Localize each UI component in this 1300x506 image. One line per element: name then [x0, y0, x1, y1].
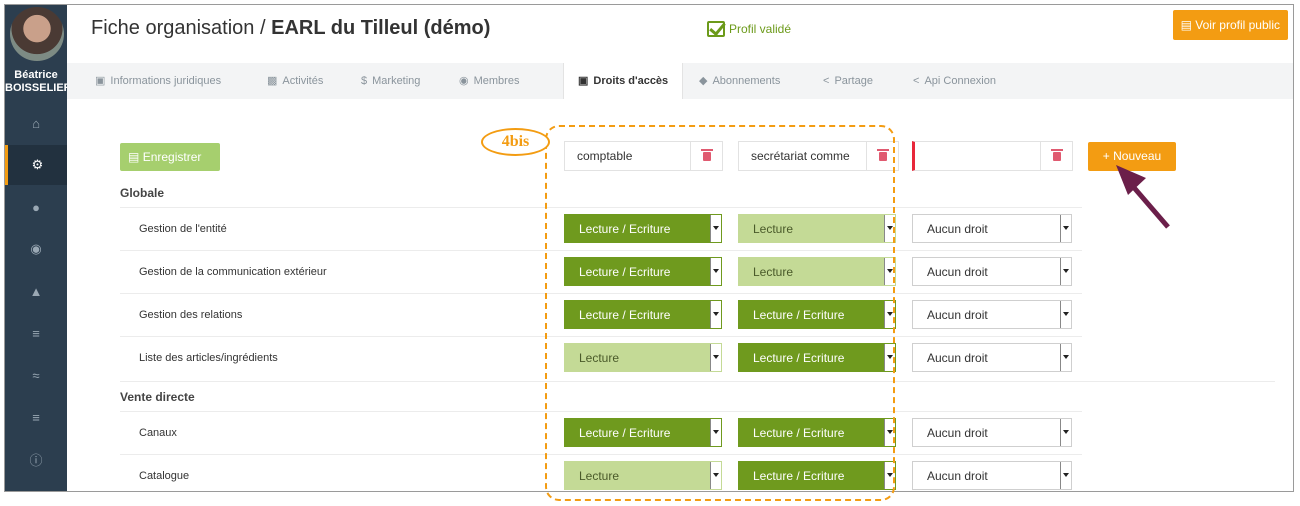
chat-icon[interactable]: ●: [5, 187, 67, 227]
chevron-down-icon: [1060, 215, 1071, 242]
view-public-profile-label: Voir profil public: [1195, 18, 1280, 32]
tab-label: Activités: [282, 75, 324, 87]
new-role-button[interactable]: + Nouveau: [1088, 142, 1176, 171]
right-select-value: Aucun droit: [927, 351, 988, 365]
right-select[interactable]: Aucun droit: [912, 214, 1072, 243]
users-icon: ◉: [459, 75, 469, 87]
id-card-icon: ▤: [1180, 18, 1192, 32]
section-title: Vente directe: [120, 390, 195, 404]
home-icon[interactable]: ⌂: [5, 103, 67, 143]
folder-icon: ▣: [95, 75, 106, 87]
right-select-value: Aucun droit: [927, 426, 988, 440]
save-label: Enregistrer: [142, 150, 202, 164]
right-select-value: Aucun droit: [927, 265, 988, 279]
avatar[interactable]: [10, 7, 64, 61]
user-first-name: Béatrice: [14, 69, 58, 81]
tab-label: Abonnements: [712, 75, 781, 87]
organisation-name: EARL du Tilleul (démo): [271, 17, 491, 39]
annotation-tag: 4bis: [481, 128, 550, 156]
lock-icon: ▣: [578, 75, 589, 87]
chevron-down-icon: [1060, 344, 1071, 371]
cart-plus-icon[interactable]: ≡: [5, 397, 67, 437]
profile-status-label: Profil validé: [729, 22, 792, 36]
tab-activites[interactable]: ▩ Activités: [267, 63, 323, 99]
right-label: Gestion des relations: [139, 309, 243, 321]
right-label: Liste des articles/ingrédients: [139, 352, 278, 364]
dollar-icon: $: [361, 75, 368, 87]
save-button[interactable]: ▤ Enregistrer: [120, 143, 220, 171]
tab-abonnements[interactable]: ◆ Abonnements: [699, 63, 780, 99]
users-icon[interactable]: ◉: [5, 229, 67, 269]
share-icon: <: [913, 75, 920, 87]
right-label: Canaux: [139, 427, 177, 439]
tab-api-connexion[interactable]: < Api Connexion: [913, 63, 996, 99]
tab-bar: ▣ Informations juridiques ▩ Activités $ Mar…: [67, 63, 1293, 99]
tab-informations-juridiques[interactable]: ▣ Informations juridiques: [95, 63, 221, 99]
right-select-value: Aucun droit: [927, 222, 988, 236]
tab-label: Informations juridiques: [110, 75, 222, 87]
right-select[interactable]: Aucun droit: [912, 300, 1072, 329]
handshake-icon[interactable]: ≈: [5, 355, 67, 395]
tab-label: Api Connexion: [924, 75, 996, 87]
profile-status: Profil validé: [707, 21, 791, 37]
tab-marketing[interactable]: $ Marketing: [361, 63, 420, 99]
right-select[interactable]: Aucun droit: [912, 257, 1072, 286]
right-select[interactable]: Aucun droit: [912, 461, 1072, 490]
floppy-icon: ▤: [128, 150, 140, 164]
annotation-highlight: [545, 125, 895, 501]
right-label: Gestion de la communication extérieur: [139, 266, 327, 278]
page-title: Fiche organisation / EARL du Tilleul (dé…: [91, 17, 490, 40]
role-name-input[interactable]: [915, 142, 1043, 170]
tab-droits-acces[interactable]: ▣ Droits d'accès: [563, 63, 684, 99]
tab-label: Partage: [834, 75, 873, 87]
chevron-down-icon: [1060, 419, 1071, 446]
right-label: Gestion de l'entité: [139, 223, 227, 235]
share-icon: <: [823, 75, 830, 87]
section-title: Globale: [120, 186, 165, 200]
tab-label: Membres: [473, 75, 520, 87]
cogs-icon[interactable]: ⚙: [5, 145, 67, 185]
trash-icon: [1050, 148, 1063, 161]
user-name: Béatrice BOISSELIER: [5, 69, 72, 95]
right-label: Catalogue: [139, 470, 190, 482]
chart-icon: ▩: [267, 75, 278, 87]
right-select-value: Aucun droit: [927, 469, 988, 483]
tab-label: Droits d'accès: [593, 75, 669, 87]
tab-partage[interactable]: < Partage: [823, 63, 873, 99]
user-last-name: BOISSELIER: [5, 82, 72, 94]
info-icon[interactable]: ⓘ: [5, 439, 67, 479]
bell-icon[interactable]: ▲: [5, 271, 67, 311]
tab-membres[interactable]: ◉ Membres: [459, 63, 519, 99]
view-public-profile-button[interactable]: ▤ Voir profil public: [1172, 10, 1288, 40]
chevron-down-icon: [1060, 462, 1071, 489]
chevron-down-icon: [1060, 258, 1071, 285]
sidebar: Béatrice BOISSELIER ⌂ ⚙ ● ◉ ▲ ≡ ≈ ≡ ⓘ: [5, 5, 72, 491]
page-header: Fiche organisation / EARL du Tilleul (dé…: [67, 5, 1293, 59]
cart-icon[interactable]: ≡: [5, 313, 67, 353]
chevron-down-icon: [1060, 301, 1071, 328]
tab-label: Marketing: [372, 75, 421, 87]
right-select[interactable]: Aucun droit: [912, 418, 1072, 447]
page-title-prefix: Fiche organisation /: [91, 17, 272, 39]
role-column-3: [912, 141, 1073, 171]
check-square-icon: [707, 21, 725, 37]
tag-icon: ◆: [699, 75, 708, 87]
delete-role-button[interactable]: [1040, 142, 1072, 170]
right-select-value: Aucun droit: [927, 308, 988, 322]
right-select[interactable]: Aucun droit: [912, 343, 1072, 372]
